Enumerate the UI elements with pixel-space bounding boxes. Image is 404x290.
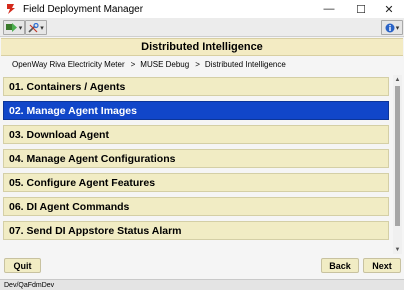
- maximize-button[interactable]: ☐: [346, 0, 376, 18]
- menu-item-send-di-appstore-status-alarm[interactable]: 07. Send DI Appstore Status Alarm: [3, 221, 389, 240]
- breadcrumb-item-muse-debug: MUSE Debug: [140, 59, 190, 69]
- menu-list: 01. Containers / Agents 02. Manage Agent…: [3, 75, 391, 245]
- page-header: Distributed Intelligence: [1, 38, 403, 56]
- next-button[interactable]: Next: [363, 258, 401, 273]
- toolbar: ▾ ▾ ▾: [0, 18, 404, 37]
- minimize-button[interactable]: —: [314, 0, 344, 18]
- menu-item-di-agent-commands[interactable]: 06. DI Agent Commands: [3, 197, 389, 216]
- scroll-thumb[interactable]: [395, 86, 400, 226]
- quit-button[interactable]: Quit: [4, 258, 41, 273]
- title-bar: Field Deployment Manager — ☐ ✕: [0, 0, 404, 18]
- page-title: Distributed Intelligence: [141, 41, 263, 53]
- breadcrumb-separator: >: [195, 59, 200, 69]
- status-bar: Dev/QaFdmDev: [0, 279, 404, 290]
- dropdown-arrow-icon: ▾: [40, 24, 44, 32]
- tools-button[interactable]: ▾: [25, 20, 47, 35]
- navigate-button[interactable]: ▾: [3, 20, 25, 35]
- breadcrumb-item-distributed-intelligence: Distributed Intelligence: [204, 59, 286, 69]
- menu-item-download-agent[interactable]: 03. Download Agent: [3, 125, 389, 144]
- environment-label: Dev/QaFdmDev: [4, 281, 55, 289]
- vertical-scrollbar[interactable]: ▲ ▼: [393, 75, 402, 254]
- dropdown-arrow-icon: ▾: [18, 24, 23, 32]
- menu-item-manage-agent-configurations[interactable]: 04. Manage Agent Configurations: [3, 149, 389, 168]
- dropdown-arrow-icon: ▾: [395, 24, 400, 32]
- scroll-down-icon[interactable]: ▼: [393, 245, 402, 254]
- app-logo-icon: [7, 4, 15, 14]
- breadcrumb: OpenWay Riva Electricity Meter > MUSE De…: [1, 56, 403, 72]
- menu-item-containers-agents[interactable]: 01. Containers / Agents: [3, 77, 389, 96]
- menu-item-configure-agent-features[interactable]: 05. Configure Agent Features: [3, 173, 389, 192]
- help-button[interactable]: ▾: [381, 20, 403, 35]
- close-button[interactable]: ✕: [374, 0, 404, 18]
- tools-icon: [28, 22, 39, 33]
- menu-item-manage-agent-images[interactable]: 02. Manage Agent Images: [3, 101, 389, 120]
- navigate-icon: [5, 23, 17, 32]
- scroll-up-icon[interactable]: ▲: [393, 75, 402, 84]
- info-icon: [385, 23, 395, 32]
- back-button[interactable]: Back: [321, 258, 359, 273]
- breadcrumb-item-meter: OpenWay Riva Electricity Meter: [12, 59, 125, 69]
- breadcrumb-separator: >: [130, 59, 136, 69]
- window-title: Field Deployment Manager: [23, 3, 144, 15]
